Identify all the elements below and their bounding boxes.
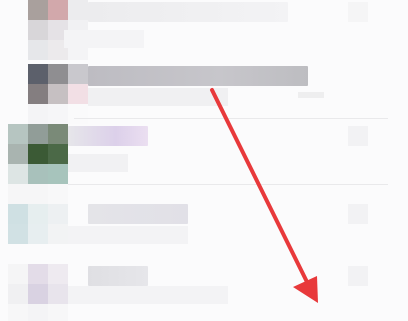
avatar	[8, 184, 68, 244]
chat-preview	[68, 226, 188, 244]
chat-name	[88, 66, 308, 86]
chat-name	[68, 126, 148, 146]
chat-list-item[interactable]	[0, 0, 408, 64]
divider	[74, 118, 388, 119]
chat-time	[348, 204, 368, 224]
chat-time	[298, 92, 324, 98]
chat-preview	[68, 286, 228, 304]
chat-list-item[interactable]	[0, 60, 408, 124]
chat-list-item[interactable]	[0, 244, 408, 321]
chat-name	[88, 266, 148, 286]
chat-name	[88, 2, 288, 22]
chat-preview	[88, 88, 228, 106]
chat-preview	[64, 30, 144, 48]
avatar	[8, 264, 68, 321]
chat-time	[348, 266, 368, 286]
chat-list-screen	[0, 0, 408, 321]
chat-name	[88, 204, 188, 224]
chat-time	[348, 2, 368, 22]
chat-list-item[interactable]	[0, 122, 408, 186]
chat-time	[348, 126, 368, 146]
avatar	[28, 64, 88, 124]
avatar	[8, 124, 68, 184]
chat-list-item[interactable]	[0, 182, 408, 246]
chat-preview	[68, 154, 128, 172]
